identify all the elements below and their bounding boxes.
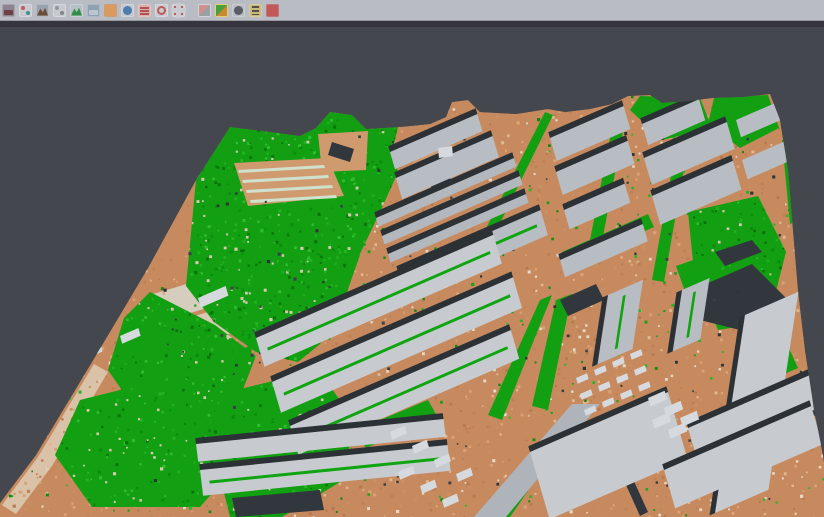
viewport-3d[interactable]: [0, 27, 824, 517]
toolbar-icon-target-circle[interactable]: [155, 4, 168, 17]
viewport-3d-container: [0, 27, 824, 517]
toolbar-icon-terrain-classified[interactable]: [70, 4, 83, 17]
toolbar-icon-tag-red[interactable]: [266, 4, 279, 17]
toolbar-icon-zoom-fit[interactable]: [172, 4, 185, 17]
white-detail: [438, 146, 453, 158]
toolbar-icon-clip-box[interactable]: [198, 4, 211, 17]
toolbar-icon-classification-map[interactable]: [215, 4, 228, 17]
toolbar-icon-globe-view[interactable]: [121, 4, 134, 17]
toolbar-icon-measure-board[interactable]: [249, 4, 262, 17]
application-window: [0, 0, 824, 517]
toolbar-icon-point-cloud[interactable]: [53, 4, 66, 17]
toolbar-icon-terrain-dem[interactable]: [36, 4, 49, 17]
toolbar-icon-open-project[interactable]: [2, 4, 15, 17]
toolbar: [0, 0, 824, 21]
toolbar-icon-align-pairs[interactable]: [19, 4, 32, 17]
toolbar-icon-dark-sphere[interactable]: [232, 4, 245, 17]
toolbar-icon-ortho-tile[interactable]: [104, 4, 117, 17]
toolbar-icon-layer-list[interactable]: [138, 4, 151, 17]
toolbar-icon-mesh-cube[interactable]: [87, 4, 100, 17]
